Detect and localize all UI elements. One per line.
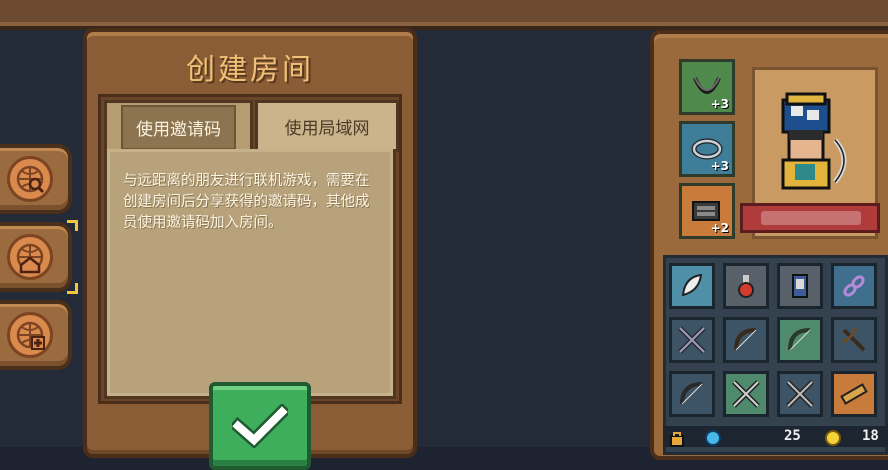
- equip-bonus: +2: [710, 221, 729, 235]
- inventory-slot[interactable]: [669, 317, 715, 363]
- top-wood-bar: [0, 0, 888, 30]
- gem-icon: [705, 430, 721, 446]
- player-name-ribbon: [740, 203, 880, 233]
- crossed-daggers-icon: [678, 326, 706, 354]
- lock-icon: [670, 432, 684, 447]
- scroll-icon: [792, 274, 808, 298]
- inventory-slot[interactable]: [723, 317, 769, 363]
- search-room-button[interactable]: [0, 144, 72, 214]
- tab-invite-code-label: 使用邀请码: [121, 105, 236, 150]
- crossbow-icon: [841, 327, 866, 352]
- potion-icon: [738, 275, 754, 298]
- tab-content: 与远距离的朋友进行联机游戏，需要在创建房间后分享获得的邀请码，其他成员使用邀请码…: [104, 149, 396, 399]
- inventory-slot[interactable]: [723, 371, 769, 417]
- dialog-title: 创建房间: [185, 52, 314, 86]
- bow-icon: [788, 328, 811, 351]
- equip-bonus: +3: [710, 159, 729, 173]
- description-text: 与远距离的朋友进行联机游戏，需要在创建房间后分享获得的邀请码，其他成员使用邀请码…: [123, 173, 370, 231]
- player-name-blurred: [761, 211, 861, 225]
- create-room-button[interactable]: [0, 220, 78, 294]
- gem-count: 25: [784, 428, 801, 444]
- create-room-dialog: 创建房间 使用邀请码 使用局域网 与远距离的朋友进行联机游戏，需要在创建房间后分…: [83, 28, 417, 470]
- content-frame: 使用邀请码 使用局域网 与远距离的朋友进行联机游戏，需要在创建房间后分享获得的邀…: [98, 94, 402, 404]
- crossed-daggers-icon: [786, 380, 814, 408]
- tab-invite-code[interactable]: 使用邀请码: [104, 100, 253, 152]
- inventory-slot[interactable]: [777, 317, 823, 363]
- globe-plus-icon: [7, 312, 53, 358]
- globe-search-icon: [7, 156, 53, 202]
- equip-slot-ring[interactable]: +3: [679, 121, 735, 177]
- feather-icon: [681, 273, 703, 297]
- inventory-slot[interactable]: [723, 263, 769, 309]
- equip-slot-gauntlet[interactable]: +2: [679, 183, 735, 239]
- inventory-slot[interactable]: [669, 371, 715, 417]
- character-sprite-icon: [781, 92, 847, 190]
- telescope-icon: [840, 383, 868, 405]
- globe-home-icon: [7, 234, 53, 280]
- confirm-button[interactable]: [209, 382, 311, 470]
- join-room-button[interactable]: [0, 300, 72, 370]
- bow-icon: [734, 328, 757, 351]
- inventory-slot[interactable]: [777, 371, 823, 417]
- tab-lan-label: 使用局域网: [284, 118, 370, 139]
- inventory-slot[interactable]: [831, 317, 877, 363]
- currency-bar: [663, 426, 888, 447]
- tab-lan[interactable]: 使用局域网: [255, 100, 399, 152]
- equip-slot-necklace[interactable]: +3: [679, 59, 735, 115]
- inventory-slot[interactable]: [831, 263, 877, 309]
- gold-coin-icon: [825, 430, 841, 446]
- chain-icon: [843, 275, 865, 297]
- crossed-swords-icon: [732, 380, 760, 408]
- check-icon: [232, 404, 288, 448]
- inventory-slot[interactable]: [831, 371, 877, 417]
- inventory-slot[interactable]: [669, 263, 715, 309]
- inventory-slot[interactable]: [777, 263, 823, 309]
- equip-bonus: +3: [710, 97, 729, 111]
- gold-count: 18: [862, 428, 879, 444]
- bow-icon: [680, 382, 703, 405]
